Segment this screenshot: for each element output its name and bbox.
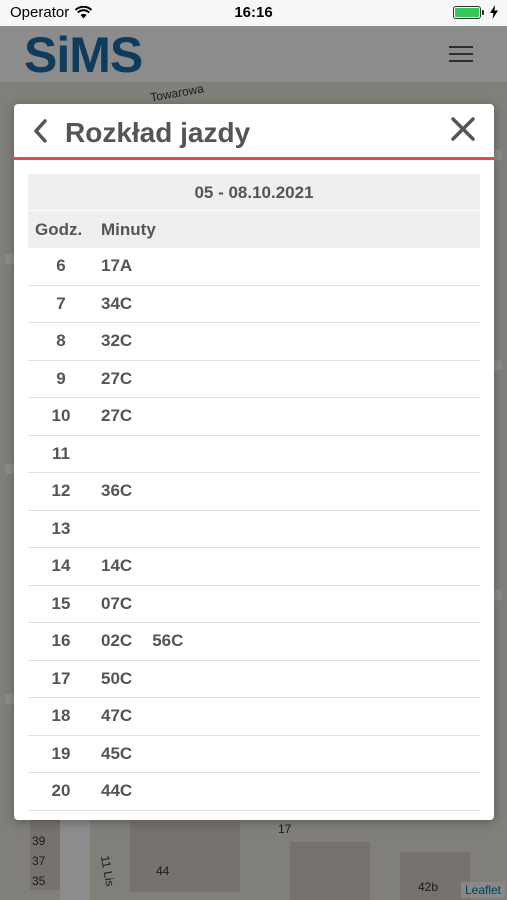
hour-cell: 14 [51,556,71,576]
departure-minute: 34C [101,293,133,313]
modal-header: Rozkład jazdy [14,104,494,160]
table-row: 15 07C [28,586,480,623]
table-row: 7 34C [28,286,480,323]
hour-cell: 11 [52,443,70,463]
table-row: 9 27C [28,361,480,398]
departure-minute: 36C [101,481,133,501]
hour-cell: 20 [51,781,71,801]
table-header: Godz. Minuty [28,211,480,248]
table-row: 10 27C [28,398,480,436]
minutes-cell: 36C [94,481,132,501]
hour-cell: 12 [51,481,71,501]
minutes-cell: 47C [94,706,132,726]
status-bar: Operator 16:16 [0,0,507,26]
minutes-cell: 27C [94,369,132,389]
departure-minute: 56C [152,631,184,651]
charging-icon [490,5,498,19]
column-header-hour: Godz. [35,219,83,239]
minutes-cell: 27C [94,406,132,426]
table-row: 12 36C [28,473,480,511]
status-time: 16:16 [234,4,273,21]
departure-minute: 14C [101,556,133,576]
minutes-cell: 50C [94,669,132,689]
departure-minute: 45C [101,743,133,763]
battery-icon [453,5,484,19]
timetable: 05 - 08.10.2021 Godz. Minuty 6 17A 7 34C 8 32… [28,174,480,811]
table-row: 16 02C 56C [28,623,480,661]
hour-cell: 16 [51,631,71,651]
hour-cell: 17 [51,668,71,688]
hour-cell: 6 [56,256,66,276]
hour-cell: 13 [51,518,71,538]
minutes-cell: 17A [94,256,132,276]
table-row: 18 47C [28,698,480,736]
modal-title: Rozkład jazdy [65,117,251,148]
table-row: 6 17A [28,248,480,286]
minutes-cell: 32C [94,331,132,351]
table-row: 8 32C [28,323,480,361]
back-icon[interactable] [32,118,56,146]
minutes-cell: 44C [94,781,132,801]
table-row: 13 [28,511,480,548]
date-range: 05 - 08.10.2021 [28,174,480,211]
hour-cell: 18 [51,706,71,726]
departure-minute: 02C [101,631,133,651]
minutes-cell: 07C [94,594,132,614]
table-row: 11 [28,436,480,473]
minutes-cell: 45C [94,744,132,764]
status-right [453,5,499,19]
minutes-cell: 02C 56C [94,631,183,651]
hour-cell: 9 [56,368,66,388]
hour-cell: 19 [51,743,71,763]
table-body: 6 17A 7 34C 8 32C 9 27C 10 27C 11 12 36C 13 14 14C 15 07C… [28,248,480,811]
timetable-modal: Rozkład jazdy 05 - 08.10.2021 Godz. Minu… [14,104,494,820]
table-row: 20 44C [28,773,480,811]
column-header-minutes: Minuty [101,219,156,239]
hour-cell: 10 [51,406,71,426]
hour-cell: 7 [56,293,66,313]
departure-minute: 44C [101,781,133,801]
table-row: 17 50C [28,661,480,698]
departure-minute: 17A [101,256,133,276]
departure-minute: 32C [101,331,133,351]
table-row: 14 14C [28,548,480,586]
departure-minute: 47C [101,706,133,726]
departure-minute: 27C [101,368,133,388]
close-icon[interactable] [448,116,478,146]
minutes-cell: 14C [94,556,132,576]
departure-minute: 07C [101,593,133,613]
hour-cell: 15 [51,593,71,613]
departure-minute: 27C [101,406,133,426]
table-row: 19 45C [28,736,480,773]
hour-cell: 8 [56,331,66,351]
departure-minute: 50C [101,668,133,688]
minutes-cell: 34C [94,294,132,314]
